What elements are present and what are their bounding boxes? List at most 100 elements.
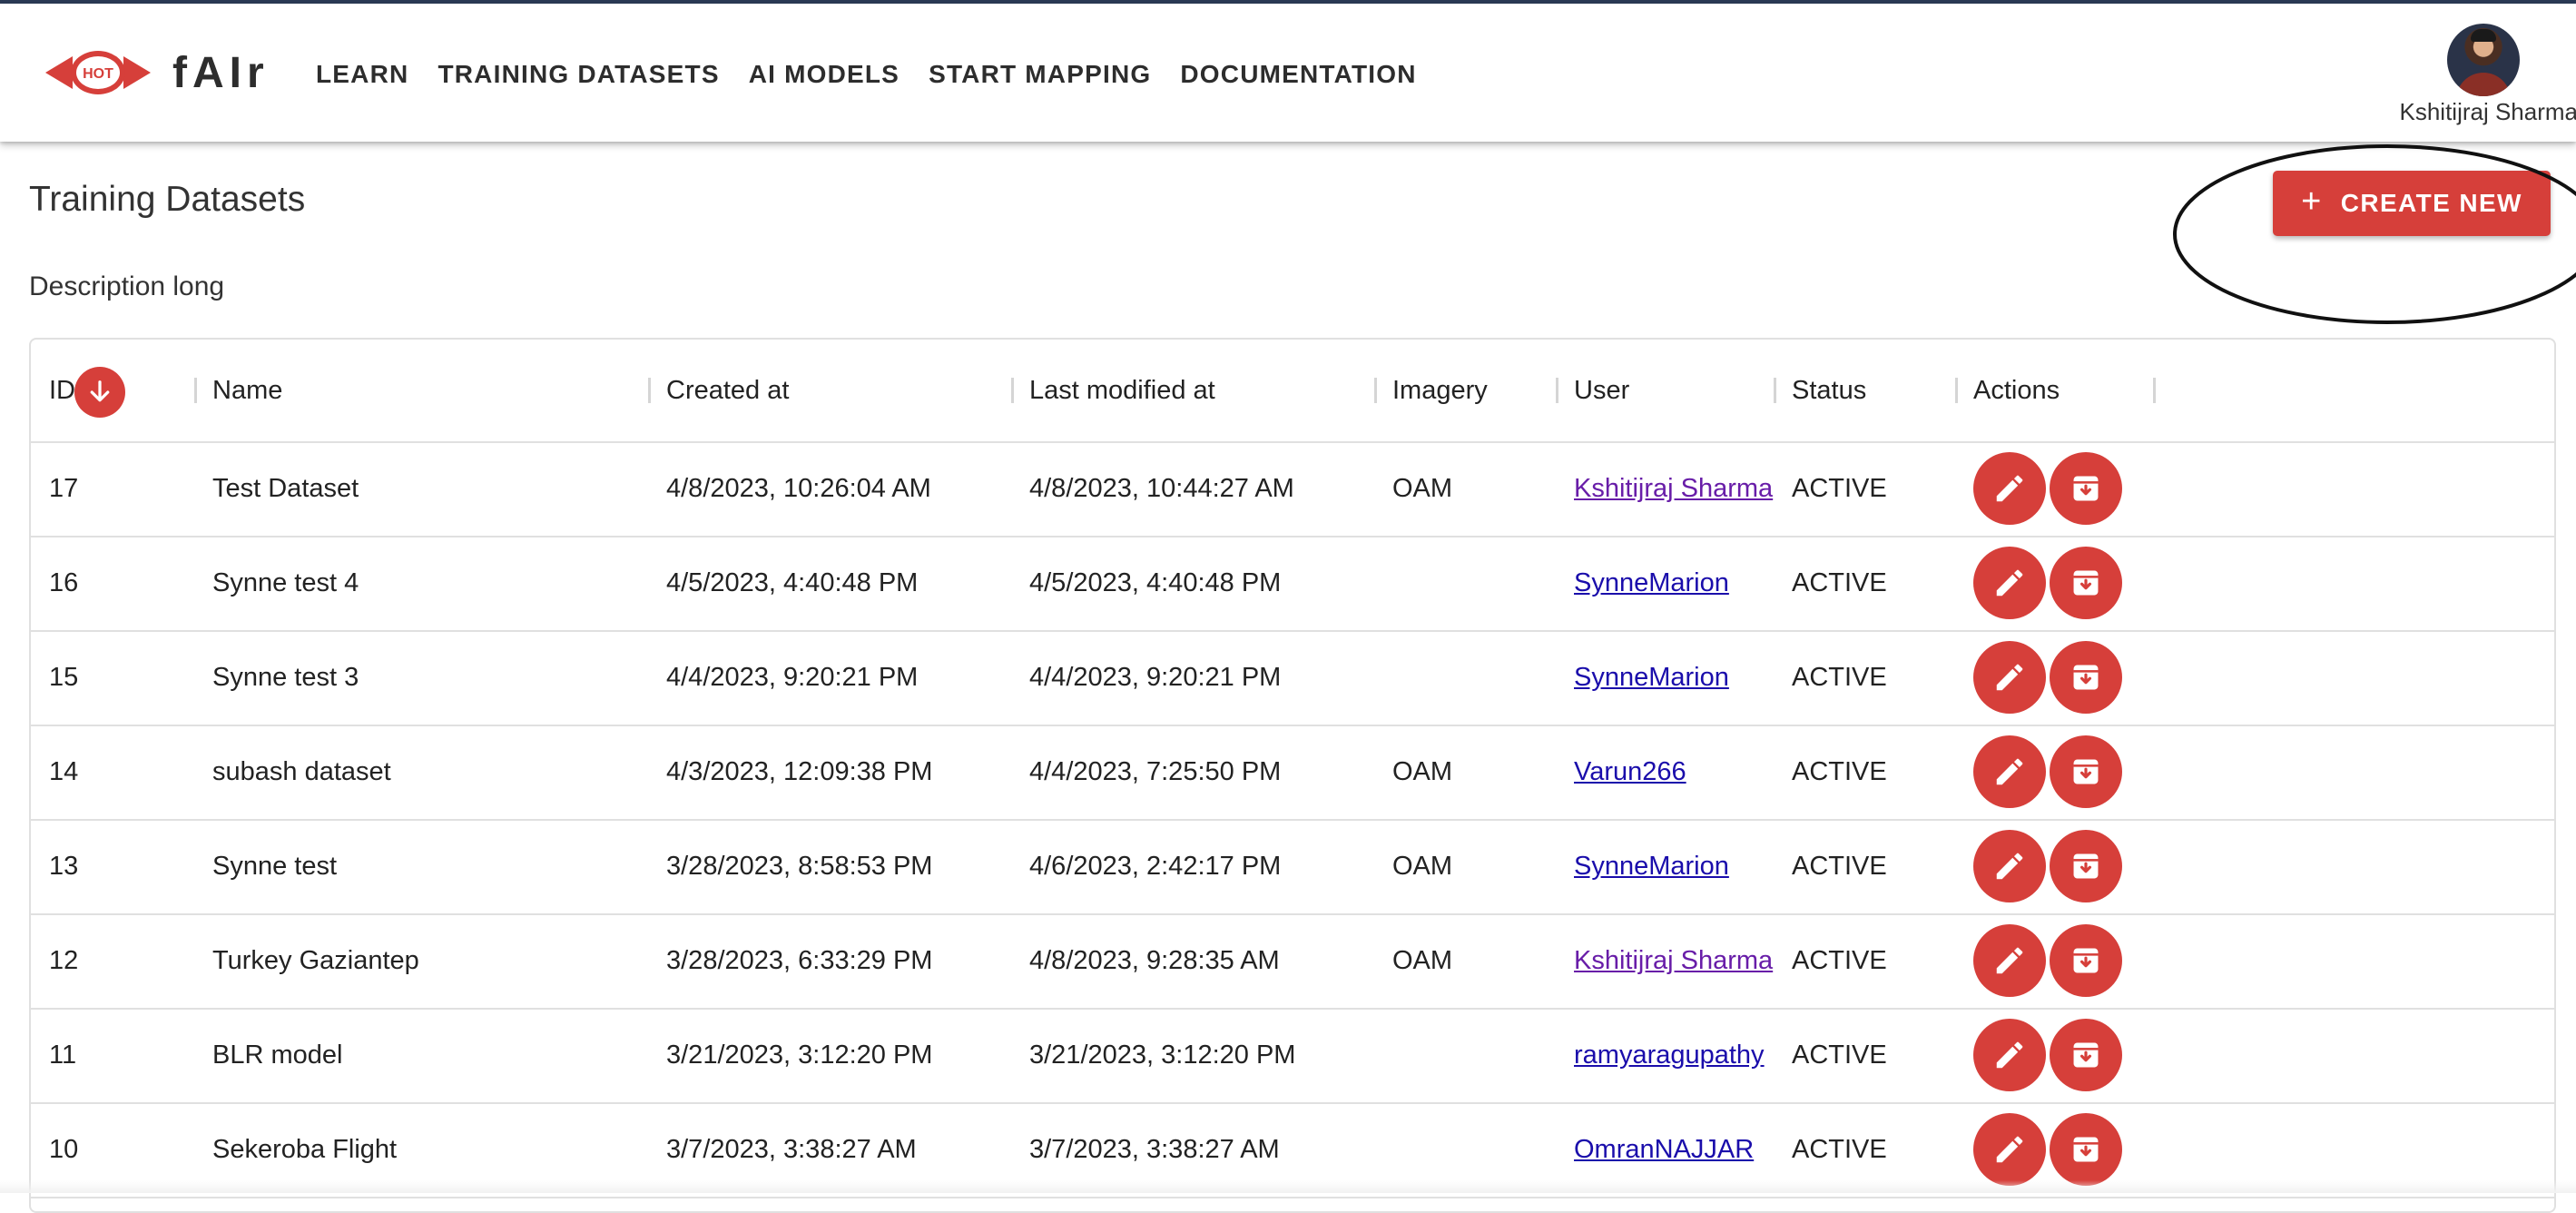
pencil-icon bbox=[1996, 853, 2023, 880]
hot-logo[interactable]: HOT bbox=[45, 44, 151, 102]
column-header-imagery[interactable]: Imagery bbox=[1392, 340, 1488, 441]
pencil-icon bbox=[1996, 1041, 2023, 1069]
column-header-id[interactable]: ID bbox=[49, 340, 75, 441]
column-header-last-modified-at[interactable]: Last modified at bbox=[1029, 340, 1215, 441]
cell-last-modified-at: 4/8/2023, 10:44:27 AM bbox=[1029, 474, 1294, 503]
cell-user: Varun266 bbox=[1574, 725, 1686, 819]
archive-icon bbox=[2073, 853, 2099, 879]
column-header-created-at[interactable]: Created at bbox=[666, 340, 789, 441]
edit-button[interactable] bbox=[1973, 924, 2046, 997]
user-link[interactable]: Varun266 bbox=[1574, 757, 1686, 786]
edit-button[interactable] bbox=[1973, 735, 2046, 808]
cell-last-modified-at: 4/6/2023, 2:42:17 PM bbox=[1029, 852, 1282, 881]
archive-icon bbox=[2073, 759, 2099, 784]
create-new-label: CREATE NEW bbox=[2340, 189, 2522, 217]
nav-training-datasets[interactable]: TRAINING DATASETS bbox=[438, 54, 719, 94]
column-separator[interactable] bbox=[1774, 378, 1776, 403]
cell-user: Kshitijraj Sharma bbox=[1574, 913, 1773, 1008]
archive-button[interactable] bbox=[2050, 547, 2122, 619]
column-separator[interactable] bbox=[1011, 378, 1014, 403]
table-row[interactable]: 16 Synne test 4 4/5/2023, 4:40:48 PM 4/5/20… bbox=[31, 536, 2554, 632]
app-bar: HOT fAIr LEARN TRAINING DATASETS AI MODE… bbox=[0, 4, 2576, 142]
pencil-icon bbox=[1996, 1136, 2023, 1163]
cell-last-modified-at: 3/21/2023, 3:12:20 PM bbox=[1029, 1040, 1296, 1070]
table-row[interactable]: 14 subash dataset 4/3/2023, 12:09:38 PM 4/4… bbox=[31, 725, 2554, 821]
table-row[interactable]: 11 BLR model 3/21/2023, 3:12:20 PM 3/21/202… bbox=[31, 1008, 2554, 1104]
cell-id: 14 bbox=[49, 757, 79, 786]
cell-imagery: OAM bbox=[1392, 946, 1453, 975]
column-header-status[interactable]: Status bbox=[1792, 340, 1866, 441]
avatar-shirt bbox=[2456, 73, 2511, 96]
pencil-icon bbox=[1996, 569, 2023, 597]
column-separator[interactable] bbox=[1955, 378, 1958, 403]
cell-id: 13 bbox=[49, 852, 79, 881]
edit-button[interactable] bbox=[1973, 547, 2046, 619]
cell-name: Synne test 3 bbox=[212, 663, 359, 692]
cell-name: Test Dataset bbox=[212, 474, 359, 503]
pencil-icon bbox=[1996, 947, 2023, 974]
nav-documentation[interactable]: DOCUMENTATION bbox=[1180, 54, 1416, 94]
cell-name: BLR model bbox=[212, 1040, 343, 1070]
table-row[interactable]: 12 Turkey Gaziantep 3/28/2023, 6:33:29 PM 4… bbox=[31, 913, 2554, 1010]
user-avatar[interactable] bbox=[2447, 24, 2520, 96]
table-row[interactable]: 13 Synne test 3/28/2023, 8:58:53 PM 4/6/202… bbox=[31, 819, 2554, 915]
archive-button[interactable] bbox=[2050, 1019, 2122, 1091]
user-link[interactable]: Kshitijraj Sharma bbox=[1574, 946, 1773, 975]
logo-text: HOT bbox=[83, 66, 113, 82]
cell-id: 16 bbox=[49, 568, 79, 597]
archive-button[interactable] bbox=[2050, 735, 2122, 808]
cell-name: subash dataset bbox=[212, 757, 391, 786]
column-separator[interactable] bbox=[194, 378, 197, 403]
cell-created-at: 3/28/2023, 6:33:29 PM bbox=[666, 946, 933, 975]
user-link[interactable]: ramyaragupathy bbox=[1574, 1040, 1765, 1070]
user-link[interactable]: OmranNAJJAR bbox=[1574, 1135, 1754, 1164]
archive-button[interactable] bbox=[2050, 452, 2122, 525]
cell-name: Turkey Gaziantep bbox=[212, 946, 419, 975]
cell-created-at: 4/8/2023, 10:26:04 AM bbox=[666, 474, 931, 503]
edit-button[interactable] bbox=[1973, 1113, 2046, 1186]
cell-id: 11 bbox=[49, 1040, 77, 1070]
column-separator[interactable] bbox=[1556, 378, 1558, 403]
edit-button[interactable] bbox=[1973, 452, 2046, 525]
column-header-name[interactable]: Name bbox=[212, 340, 282, 441]
archive-icon bbox=[2073, 476, 2099, 501]
archive-button[interactable] bbox=[2050, 830, 2122, 902]
cell-status: ACTIVE bbox=[1792, 852, 1887, 881]
cell-status: ACTIVE bbox=[1792, 663, 1887, 692]
column-header-user[interactable]: User bbox=[1574, 340, 1629, 441]
pencil-icon bbox=[1996, 758, 2023, 785]
cell-id: 17 bbox=[49, 474, 79, 503]
edit-button[interactable] bbox=[1973, 641, 2046, 714]
cell-user: SynneMarion bbox=[1574, 819, 1729, 913]
user-link[interactable]: SynneMarion bbox=[1574, 568, 1729, 597]
cell-status: ACTIVE bbox=[1792, 1040, 1887, 1070]
archive-icon bbox=[2073, 1137, 2099, 1162]
cell-imagery: OAM bbox=[1392, 474, 1453, 503]
archive-button[interactable] bbox=[2050, 1113, 2122, 1186]
user-link[interactable]: SynneMarion bbox=[1574, 663, 1729, 692]
user-link[interactable]: Kshitijraj Sharma bbox=[1574, 474, 1773, 503]
archive-button[interactable] bbox=[2050, 924, 2122, 997]
column-separator[interactable] bbox=[2153, 378, 2156, 403]
nav-ai-models[interactable]: AI MODELS bbox=[749, 54, 900, 94]
table-row[interactable]: 15 Synne test 3 4/4/2023, 9:20:21 PM 4/4/20… bbox=[31, 630, 2554, 726]
sort-descending-button[interactable] bbox=[74, 367, 125, 418]
plus-icon: + bbox=[2301, 182, 2323, 221]
column-separator[interactable] bbox=[648, 378, 651, 403]
create-new-button[interactable]: + CREATE NEW bbox=[2273, 171, 2551, 236]
table-row[interactable]: 17 Test Dataset 4/8/2023, 10:26:04 AM 4/8/2… bbox=[31, 441, 2554, 537]
app-brand[interactable]: fAIr bbox=[172, 47, 270, 100]
user-link[interactable]: SynneMarion bbox=[1574, 852, 1729, 881]
edit-button[interactable] bbox=[1973, 830, 2046, 902]
cell-id: 12 bbox=[49, 946, 79, 975]
cell-created-at: 4/5/2023, 4:40:48 PM bbox=[666, 568, 919, 597]
column-separator[interactable] bbox=[1374, 378, 1377, 403]
cell-last-modified-at: 4/5/2023, 4:40:48 PM bbox=[1029, 568, 1282, 597]
cell-name: Synne test bbox=[212, 852, 338, 881]
edit-button[interactable] bbox=[1973, 1019, 2046, 1091]
archive-button[interactable] bbox=[2050, 641, 2122, 714]
user-name[interactable]: Kshitijraj Sharma bbox=[2399, 98, 2576, 126]
nav-start-mapping[interactable]: START MAPPING bbox=[929, 54, 1151, 94]
cell-last-modified-at: 4/4/2023, 9:20:21 PM bbox=[1029, 663, 1282, 692]
nav-learn[interactable]: LEARN bbox=[316, 54, 408, 94]
